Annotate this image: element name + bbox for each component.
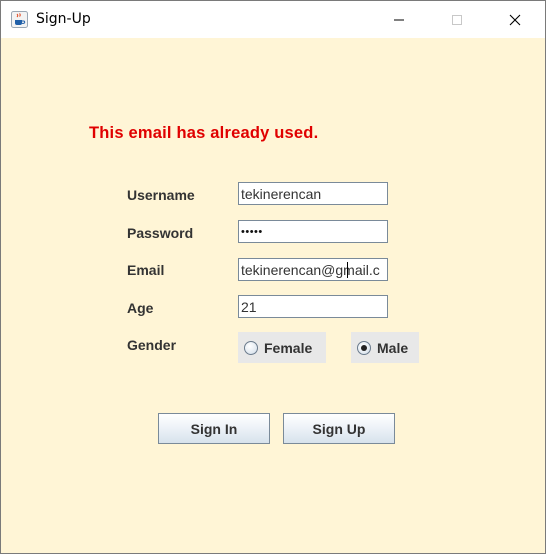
gender-label: Gender [127,337,177,353]
username-field[interactable]: tekinerencan [238,182,388,205]
text-caret [347,262,348,278]
password-label: Password [127,225,194,241]
minimize-icon [394,19,404,20]
male-label: Male [377,339,409,356]
age-label: Age [127,300,154,316]
window-title: Sign-Up [36,11,91,27]
username-label: Username [127,187,195,203]
maximize-icon [452,14,462,25]
close-button[interactable] [492,1,538,38]
sign-in-button[interactable]: Sign In [158,413,270,444]
signup-window: Sign-Up This email has already used. Use… [0,0,546,554]
close-icon [509,14,521,25]
radio-selected-icon [357,340,371,355]
java-coffee-cup-icon[interactable] [11,11,28,28]
title-bar[interactable]: Sign-Up [1,1,545,38]
password-field[interactable]: ••••• [238,220,388,243]
email-value: tekinerencan@gmail.c [241,262,380,278]
gender-male-radio[interactable]: Male [351,332,419,363]
age-field[interactable]: 21 [238,295,388,318]
form-panel: This email has already used. Username te… [1,38,545,553]
error-message: This email has already used. [89,124,319,142]
gender-female-radio[interactable]: Female [238,332,326,363]
email-label: Email [127,262,165,278]
sign-up-button[interactable]: Sign Up [283,413,395,444]
email-field[interactable]: tekinerencan@gmail.c [238,258,388,281]
maximize-button [434,1,480,38]
radio-unselected-icon [244,340,258,355]
female-label: Female [264,339,313,356]
minimize-button[interactable] [376,1,422,38]
